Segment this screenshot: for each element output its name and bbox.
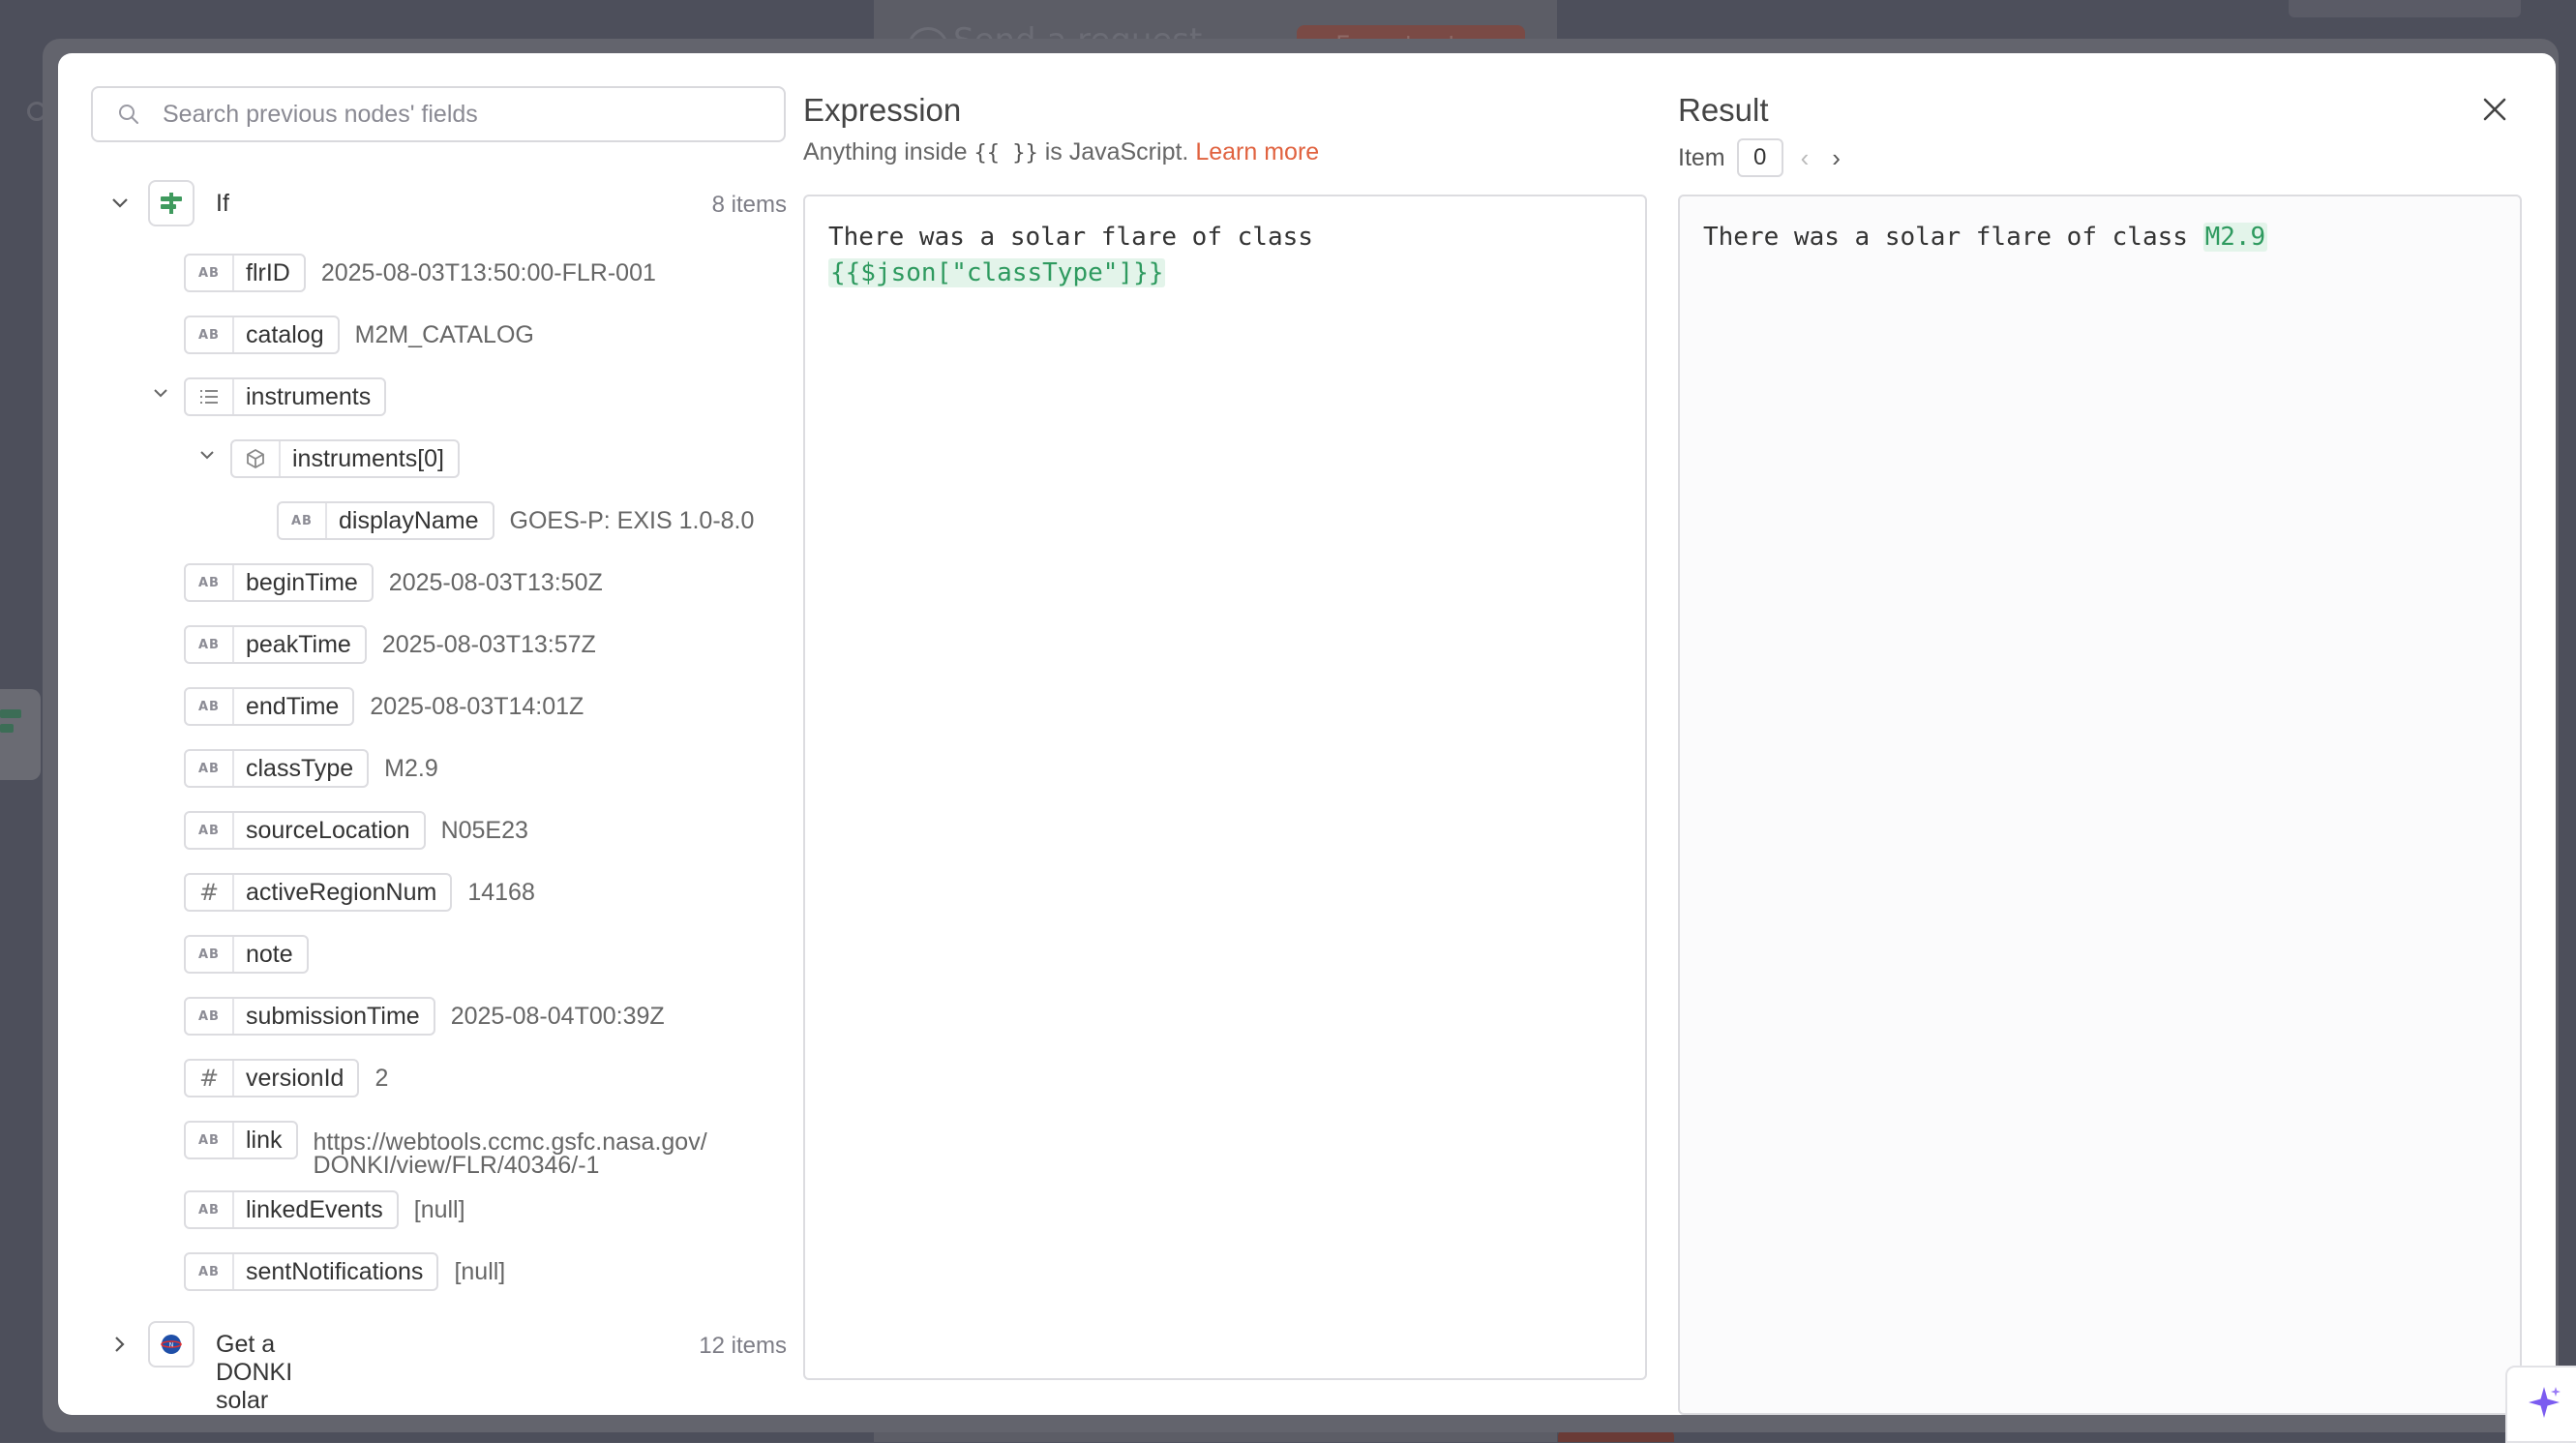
tree-node-name[interactable]: Get a DONKI solar flare	[216, 1331, 292, 1415]
svg-text:N: N	[169, 1342, 174, 1349]
list-icon	[186, 379, 234, 414]
item-selector: Item ‹ ›	[1678, 138, 1841, 177]
tree-field[interactable]: AB endTime 2025-08-03T14:01Z	[184, 687, 584, 726]
string-type-icon: AB	[186, 627, 234, 662]
close-icon[interactable]	[2480, 95, 2509, 128]
chevron-down-icon[interactable]	[149, 382, 172, 406]
expression-editor[interactable]: There was a solar flare of class {{$json…	[803, 195, 1647, 1380]
expression-code: {{$json["classType"]}}	[828, 258, 1166, 287]
expression-text: There was a solar flare of class	[828, 223, 1313, 252]
tree-field[interactable]: AB catalog M2M_CATALOG	[184, 316, 534, 354]
chevron-right-icon[interactable]	[108, 1333, 132, 1356]
search-input[interactable]	[161, 99, 745, 130]
string-type-icon: AB	[186, 999, 234, 1034]
string-type-icon: AB	[186, 1254, 234, 1289]
expression-editor-modal: If 8 items ABflrID 2025-08-03T13:50:00-F…	[58, 53, 2556, 1415]
if-node-icon	[148, 180, 195, 226]
number-type-icon: #	[186, 1061, 234, 1096]
cube-icon	[232, 441, 281, 476]
string-type-icon: AB	[186, 565, 234, 600]
string-type-icon: AB	[186, 1123, 234, 1157]
string-type-icon: AB	[186, 689, 234, 724]
chevron-right-icon[interactable]: ›	[1832, 143, 1841, 173]
tree-field-array[interactable]: instruments	[184, 377, 387, 416]
result-preview: There was a solar flare of class M2.9	[1678, 195, 2522, 1415]
tree-field[interactable]: AB displayName GOES-P: EXIS 1.0-8.0	[277, 501, 754, 540]
tree-field[interactable]: # activeRegionNum 14168	[184, 873, 535, 912]
string-type-icon: AB	[186, 751, 234, 786]
chevron-down-icon[interactable]	[195, 444, 219, 467]
tree-field[interactable]: AB submissionTime 2025-08-04T00:39Z	[184, 997, 665, 1036]
chevron-down-icon[interactable]	[108, 192, 132, 215]
tree-field-object[interactable]: instruments[0]	[230, 439, 461, 478]
tree-field[interactable]: AB note	[184, 935, 309, 974]
result-title: Result	[1678, 92, 1769, 128]
item-label: Item	[1678, 143, 1725, 171]
tree-node-count: 8 items	[711, 192, 787, 218]
field-search[interactable]	[91, 86, 786, 142]
expression-title: Expression	[803, 92, 962, 128]
tree-field[interactable]: AB sentNotifications [null]	[184, 1252, 505, 1291]
chevron-left-icon[interactable]: ‹	[1801, 143, 1810, 173]
ai-assistant-button[interactable]	[2505, 1366, 2576, 1443]
nasa-node-icon: N	[148, 1321, 195, 1368]
background-toolbar	[2289, 0, 2521, 17]
string-type-icon: AB	[186, 813, 234, 848]
result-value: M2.9	[2202, 223, 2268, 252]
sparkle-icon	[2525, 1383, 2563, 1426]
expression-hint: Anything inside {{ }} is JavaScript. Lea…	[803, 138, 1320, 165]
string-type-icon: AB	[186, 256, 234, 290]
tree-node-count: 12 items	[699, 1333, 787, 1359]
item-index-input[interactable]	[1736, 138, 1783, 177]
tree-field[interactable]: # versionId 2	[184, 1059, 388, 1097]
tree-field[interactable]: AB classType M2.9	[184, 749, 438, 788]
tree-field[interactable]: AB beginTime 2025-08-03T13:50Z	[184, 563, 603, 602]
number-type-icon: #	[186, 875, 234, 910]
tree-field[interactable]: AB sourceLocation N05E23	[184, 811, 528, 850]
tree-field[interactable]: AB linkedEvents [null]	[184, 1190, 465, 1229]
search-icon	[118, 104, 139, 125]
string-type-icon: AB	[279, 503, 327, 538]
string-type-icon: AB	[186, 1192, 234, 1227]
result-text: There was a solar flare of class	[1703, 223, 2188, 252]
tree-field[interactable]: AB link https://webtools.ccmc.gsfc.nasa.g…	[184, 1121, 739, 1179]
learn-more-link[interactable]: Learn more	[1195, 138, 1319, 165]
string-type-icon: AB	[186, 317, 234, 352]
if-node-icon	[0, 709, 21, 746]
tree-field[interactable]: AB flrID 2025-08-03T13:50:00-FLR-001	[184, 254, 656, 292]
string-type-icon: AB	[186, 937, 234, 972]
tree-node-name[interactable]: If	[216, 190, 229, 218]
tree-field[interactable]: AB peakTime 2025-08-03T13:57Z	[184, 625, 596, 664]
